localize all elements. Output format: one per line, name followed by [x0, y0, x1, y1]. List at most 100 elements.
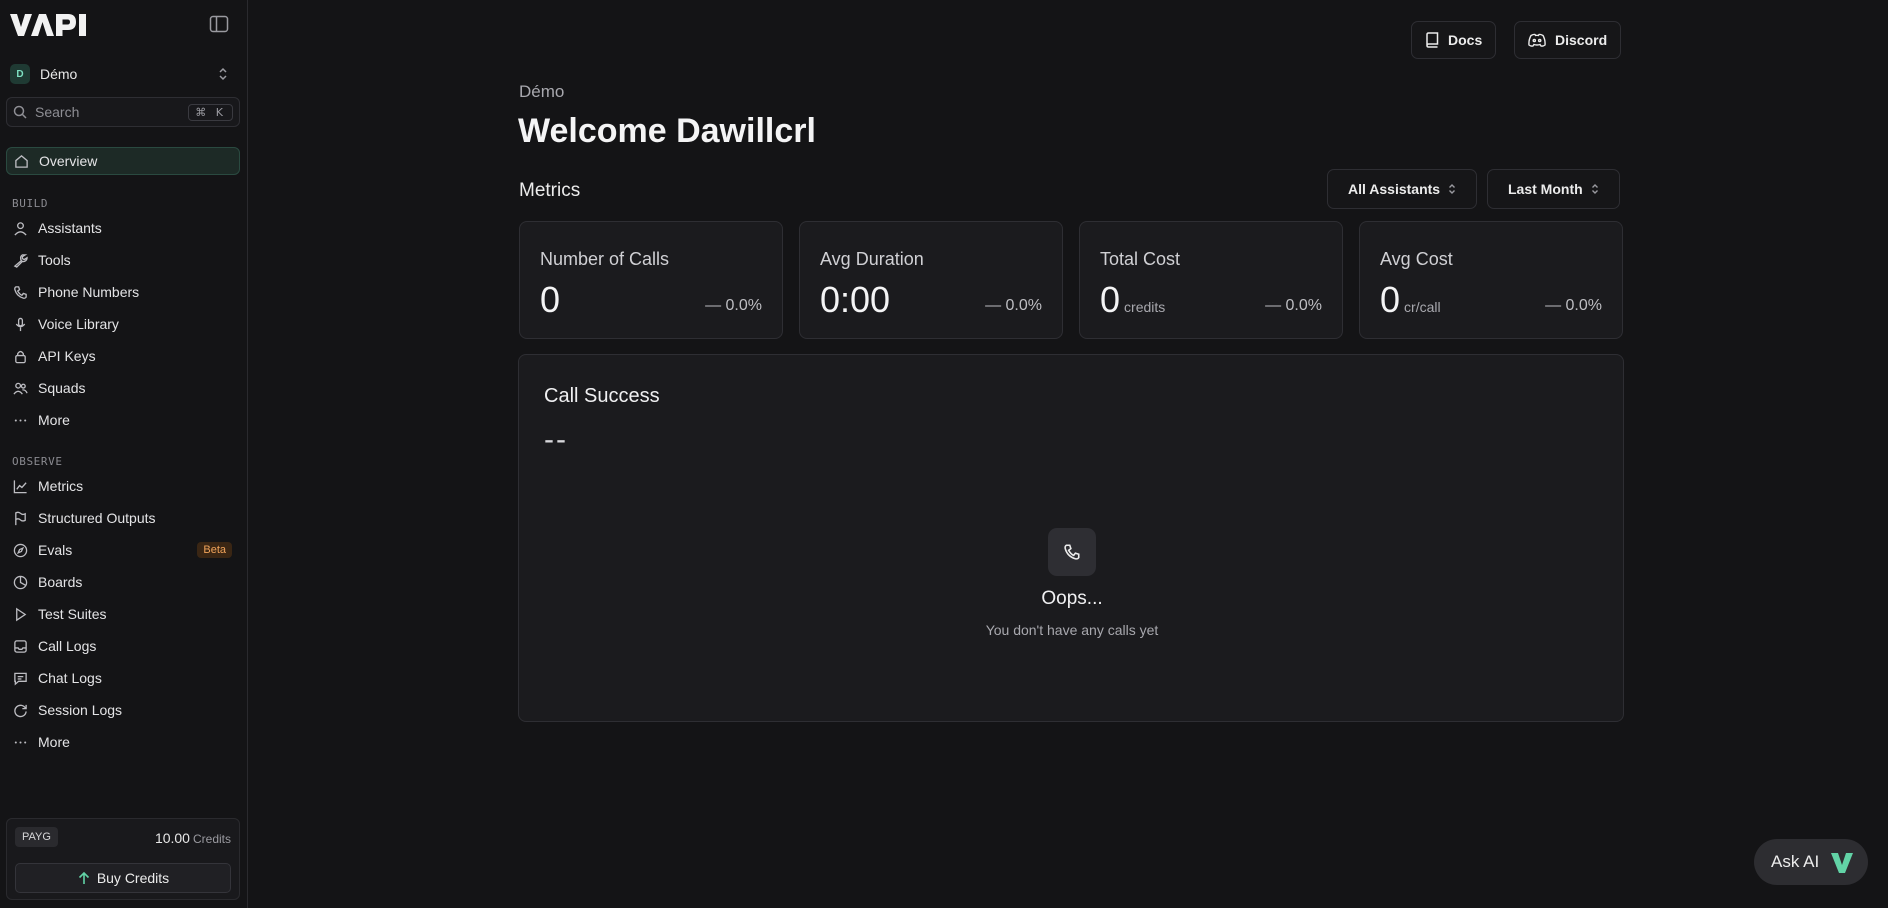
sidebar-item-voice-library[interactable]: Voice Library [6, 310, 240, 338]
sidebar-item-squads[interactable]: Squads [6, 374, 240, 402]
sidebar-item-chat-logs[interactable]: Chat Logs [6, 664, 240, 692]
period-filter-select[interactable]: Last Month [1487, 169, 1620, 209]
sidebar-item-label: Metrics [38, 478, 84, 494]
home-icon [15, 154, 28, 168]
empty-state-title: Oops... [1041, 588, 1103, 609]
assistant-filter-select[interactable]: All Assistants [1327, 169, 1478, 209]
metrics-heading: Metrics [519, 180, 581, 201]
call-success-title: Call Success [544, 385, 660, 407]
page-title: Welcome Dawillcrl [518, 112, 816, 150]
sidebar: D Démo Search ⌘ K Overview BUILD Assista… [0, 0, 248, 908]
sidebar-item-evals[interactable]: Evals Beta [6, 536, 240, 564]
metric-delta: — 0.0% [1265, 297, 1322, 314]
sidebar-item-label: More [38, 734, 70, 750]
mic-icon [15, 317, 26, 331]
ellipsis-icon [14, 418, 27, 422]
buy-credits-label: Buy Credits [96, 870, 170, 886]
discord-button[interactable]: Discord [1514, 21, 1622, 59]
search-icon [13, 105, 27, 119]
chevron-up-down-icon [1449, 184, 1456, 194]
lock-icon [15, 350, 26, 363]
sidebar-item-label: Phone Numbers [38, 284, 140, 300]
inbox-icon [14, 639, 27, 653]
metric-label: Avg Duration [820, 249, 924, 269]
sidebar-item-more-observe[interactable]: More [6, 728, 240, 756]
sidebar-item-tools[interactable]: Tools [6, 246, 240, 274]
chart-line-icon [13, 479, 27, 493]
docs-label: Docs [1448, 32, 1483, 48]
phone-icon [1064, 544, 1080, 560]
metric-value: 0 cr/call [1380, 279, 1441, 321]
sidebar-item-structured-outputs[interactable]: Structured Outputs [6, 504, 240, 532]
sidebar-item-test-suites[interactable]: Test Suites [6, 600, 240, 628]
discord-icon [1528, 33, 1546, 47]
credits-amount: 10.00 [154, 830, 190, 846]
sidebar-item-label: Session Logs [38, 702, 123, 718]
sidebar-item-label: Assistants [38, 220, 102, 236]
empty-state-phone-icon [1048, 528, 1096, 576]
circle-icon [13, 575, 28, 589]
metric-label: Number of Calls [540, 249, 670, 269]
sidebar-item-api-keys[interactable]: API Keys [6, 342, 240, 370]
sidebar-item-label: Call Logs [38, 638, 97, 654]
ask-ai-label: Ask AI [1771, 852, 1820, 871]
play-icon [16, 607, 27, 621]
sidebar-item-label: More [38, 412, 70, 428]
metric-label: Avg Cost [1380, 249, 1453, 269]
sidebar-item-metrics[interactable]: Metrics [6, 472, 240, 500]
sidebar-item-boards[interactable]: Boards [6, 568, 240, 596]
credits-unit: Credits [192, 832, 231, 846]
call-success-value: -- [544, 423, 568, 456]
metric-number: 0:00 [820, 279, 891, 320]
metric-card-total-cost: Total Cost 0 credits — 0.0% [1079, 221, 1343, 339]
sidebar-item-label: API Keys [38, 348, 96, 364]
empty-state-message: You don't have any calls yet [985, 622, 1159, 638]
sidebar-item-phone-numbers[interactable]: Phone Numbers [6, 278, 240, 306]
docs-button[interactable]: Docs [1411, 21, 1497, 59]
discord-label: Discord [1555, 32, 1608, 48]
book-icon [1426, 32, 1439, 48]
wrench-icon [13, 253, 28, 268]
org-avatar: D [10, 64, 30, 84]
metric-card-avg-cost: Avg Cost 0 cr/call — 0.0% [1359, 221, 1623, 339]
compass-icon [13, 543, 28, 557]
metric-number: 0 [1100, 279, 1121, 320]
metric-value: 0:00 [820, 279, 890, 321]
sidebar-item-assistants[interactable]: Assistants [6, 214, 240, 242]
ask-ai-button[interactable]: Ask AI [1754, 839, 1868, 885]
section-label-build: BUILD [12, 197, 49, 210]
collapse-sidebar-button[interactable] [209, 15, 231, 35]
metric-delta: — 0.0% [705, 297, 762, 314]
sidebar-item-overview[interactable]: Overview [6, 147, 240, 175]
sidebar-item-label: Structured Outputs [38, 510, 156, 526]
call-success-panel: Call Success -- Oops... You don't have a… [518, 354, 1624, 722]
sidebar-item-label: Boards [38, 574, 83, 590]
sidebar-item-label: Tools [38, 252, 71, 268]
users-icon [13, 382, 28, 395]
sidebar-item-label: Chat Logs [38, 670, 102, 686]
vapi-logo[interactable] [9, 12, 97, 38]
sidebar-item-more-build[interactable]: More [6, 406, 240, 434]
sidebar-item-session-logs[interactable]: Session Logs [6, 696, 240, 724]
metric-card-avg-duration: Avg Duration 0:00 — 0.0% [799, 221, 1063, 339]
plan-badge: PAYG [15, 827, 58, 847]
vapi-v-icon [1831, 853, 1854, 873]
search-input[interactable]: Search ⌘ K [6, 97, 240, 127]
metric-unit: credits [1124, 299, 1166, 315]
metric-number: 0 [540, 279, 561, 320]
org-switcher[interactable]: D Démo [10, 61, 228, 87]
sidebar-toggle-icon [209, 15, 229, 33]
assistant-filter-value: All Assistants [1348, 181, 1441, 197]
sidebar-item-label: Voice Library [38, 316, 119, 332]
sidebar-item-call-logs[interactable]: Call Logs [6, 632, 240, 660]
credits-balance: 10.00 Credits [155, 830, 231, 846]
metric-value: 0 credits [1100, 279, 1165, 321]
metric-delta: — 0.0% [1545, 297, 1602, 314]
metric-value: 0 [540, 279, 560, 321]
metric-label: Total Cost [1100, 249, 1181, 269]
buy-credits-button[interactable]: Buy Credits [15, 863, 231, 893]
org-name: Démo [40, 66, 78, 82]
message-icon [14, 672, 27, 686]
sidebar-item-label: Evals [38, 542, 73, 558]
sidebar-item-label: Squads [38, 380, 86, 396]
